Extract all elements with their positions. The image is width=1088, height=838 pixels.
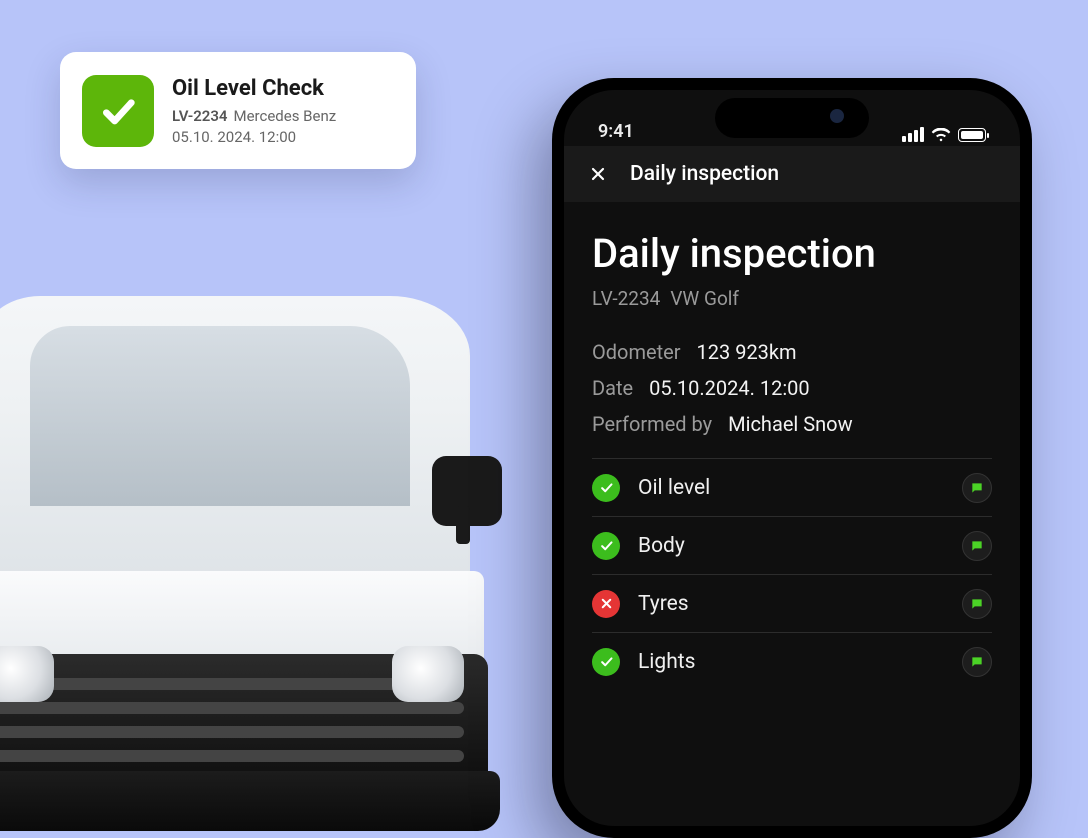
cellular-icon bbox=[902, 127, 924, 142]
chat-icon bbox=[970, 539, 984, 553]
van-image bbox=[0, 216, 530, 816]
vehicle-line: LV-2234 VW Golf bbox=[592, 287, 992, 310]
page-content: Daily inspection LV-2234 VW Golf Odometer… bbox=[564, 202, 1020, 690]
close-icon bbox=[588, 164, 608, 184]
checklist-item-label: Lights bbox=[638, 650, 962, 674]
card-title: Oil Level Check bbox=[172, 74, 336, 104]
vehicle-plate: LV-2234 bbox=[592, 287, 660, 310]
comment-button[interactable] bbox=[962, 473, 992, 503]
odometer-label: Odometer bbox=[592, 340, 681, 364]
status-fail-icon bbox=[592, 590, 620, 618]
status-pass-icon bbox=[592, 648, 620, 676]
inspection-checklist: Oil level Body bbox=[592, 458, 992, 690]
performed-by-value: Michael Snow bbox=[728, 412, 852, 436]
status-indicators bbox=[902, 127, 986, 142]
check-icon bbox=[82, 75, 154, 147]
card-vehicle-line: LV-2234 Mercedes Benz bbox=[172, 106, 336, 126]
checklist-item[interactable]: Tyres bbox=[592, 574, 992, 632]
phone-notch bbox=[715, 98, 869, 138]
app-header: Daily inspection bbox=[564, 146, 1020, 202]
page-title: Daily inspection bbox=[592, 230, 992, 277]
checklist-item-label: Tyres bbox=[638, 592, 962, 616]
date-label: Date bbox=[592, 376, 633, 400]
battery-icon bbox=[958, 128, 986, 142]
odometer-value: 123 923km bbox=[697, 340, 797, 364]
app-header-title: Daily inspection bbox=[630, 162, 779, 186]
phone-camera bbox=[830, 109, 844, 123]
inspection-meta: Odometer 123 923km Date 05.10.2024. 12:0… bbox=[592, 340, 992, 436]
comment-button[interactable] bbox=[962, 531, 992, 561]
checklist-item-label: Body bbox=[638, 534, 962, 558]
card-datetime: 05.10. 2024. 12:00 bbox=[172, 127, 336, 147]
oil-level-check-card: Oil Level Check LV-2234 Mercedes Benz 05.… bbox=[60, 52, 416, 169]
chat-icon bbox=[970, 597, 984, 611]
checklist-item[interactable]: Lights bbox=[592, 632, 992, 690]
performed-by-label: Performed by bbox=[592, 412, 712, 436]
chat-icon bbox=[970, 655, 984, 669]
comment-button[interactable] bbox=[962, 647, 992, 677]
wifi-icon bbox=[931, 128, 951, 142]
phone-screen: 9:41 Daily inspection Daily inspection L… bbox=[564, 90, 1020, 826]
date-value: 05.10.2024. 12:00 bbox=[649, 376, 810, 400]
vehicle-model: VW Golf bbox=[670, 287, 739, 310]
checklist-item[interactable]: Body bbox=[592, 516, 992, 574]
card-vehicle-model: Mercedes Benz bbox=[234, 107, 337, 125]
card-plate: LV-2234 bbox=[172, 107, 228, 125]
status-pass-icon bbox=[592, 474, 620, 502]
checklist-item[interactable]: Oil level bbox=[592, 458, 992, 516]
status-time: 9:41 bbox=[598, 121, 634, 142]
phone-mockup: 9:41 Daily inspection Daily inspection L… bbox=[552, 78, 1032, 838]
checklist-item-label: Oil level bbox=[638, 476, 962, 500]
status-pass-icon bbox=[592, 532, 620, 560]
chat-icon bbox=[970, 481, 984, 495]
comment-button[interactable] bbox=[962, 589, 992, 619]
close-button[interactable] bbox=[584, 160, 612, 188]
